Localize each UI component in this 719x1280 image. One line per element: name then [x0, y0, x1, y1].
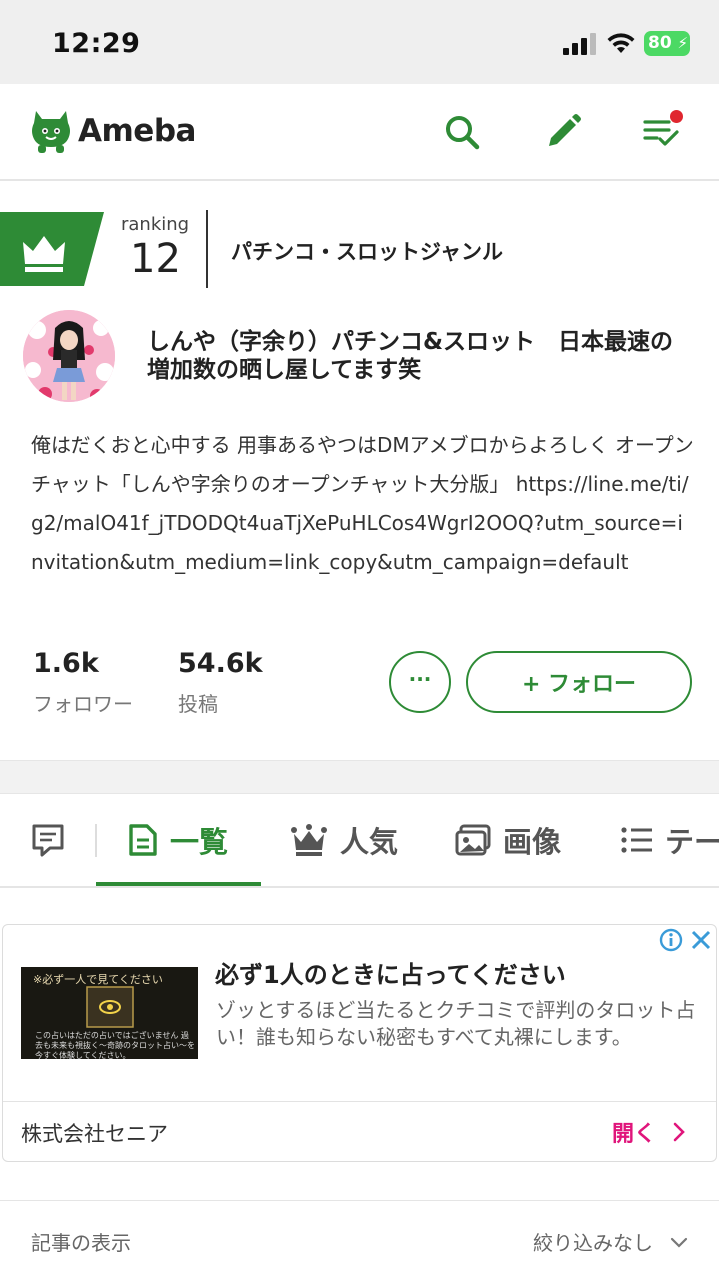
- tab-separator: [95, 824, 97, 857]
- wifi-icon: [607, 33, 635, 53]
- ranking-genre[interactable]: パチンコ・スロットジャンル: [231, 236, 503, 266]
- avatar-image: [23, 310, 115, 402]
- ad-banner[interactable]: ※必ず一人で見てください この占いはただの占いではございません 過去も未来も視抜…: [2, 924, 717, 1162]
- app-header: Ameba: [0, 84, 719, 181]
- ad-title[interactable]: 必ず1人のときに占ってください: [215, 955, 566, 990]
- ad-info-icon[interactable]: [656, 925, 686, 955]
- ad-open-label: 開く: [611, 1122, 656, 1147]
- battery-indicator: 80 ⚡: [644, 31, 690, 56]
- blog-tabs: 一覧 人気 画像 テー: [0, 794, 719, 888]
- blog-title: しんや（字余り）パチンコ&スロット 日本最速の増加数の晒し屋してます笑: [147, 329, 674, 383]
- ad-image-caption-bottom: この占いはただの占いではございません 過去も未来も視抜く〜奇跡のタロット占い〜を…: [35, 1031, 195, 1059]
- logo-text: Ameba: [78, 113, 196, 149]
- charging-bolt-icon: ⚡: [677, 34, 688, 52]
- ranking-crown-flag: [0, 212, 104, 286]
- posts-count: 54.6k: [178, 648, 263, 679]
- notification-dot: [670, 110, 683, 123]
- article-filter[interactable]: 記事の表示 絞り込みなし: [0, 1200, 719, 1280]
- image-icon: [455, 824, 491, 856]
- tab-themes[interactable]: テー: [621, 818, 719, 862]
- tab-images-label: 画像: [503, 825, 562, 859]
- filter-label: 記事の表示: [31, 1231, 131, 1255]
- tab-list-label: 一覧: [170, 825, 229, 859]
- list-icon: [621, 827, 652, 853]
- tab-themes-label: テー: [665, 825, 719, 859]
- ad-close-icon[interactable]: [686, 925, 716, 955]
- followers-label: フォロワー: [33, 692, 133, 716]
- tab-popular-label: 人気: [340, 825, 399, 859]
- ad-company: 株式会社セニア: [21, 1122, 168, 1146]
- edit-pencil-icon[interactable]: [543, 112, 583, 152]
- ameba-logo[interactable]: Ameba: [30, 105, 196, 157]
- ad-choices[interactable]: [656, 925, 716, 955]
- search-icon[interactable]: [442, 112, 482, 152]
- active-tab-indicator: [96, 882, 261, 886]
- ranking-number: 12: [130, 236, 181, 282]
- ad-image-caption-top: ※必ず一人で見てください: [33, 973, 163, 986]
- blog-description: 俺はだくおと心中する 用事あるやつはDMアメブロからよろしく オープンチャット「…: [31, 433, 694, 574]
- ranking-divider: [206, 210, 208, 288]
- battery-level: 80: [648, 33, 672, 53]
- ranking-label: ranking: [121, 214, 190, 235]
- tab-popular[interactable]: 人気: [290, 818, 398, 862]
- status-bar: 12:29 80 ⚡: [0, 0, 719, 84]
- tab-images[interactable]: 画像: [455, 818, 561, 862]
- chevron-down-icon: [670, 1237, 688, 1248]
- ad-footer: 株式会社セニア 開く: [3, 1101, 716, 1161]
- filter-value: 絞り込みなし: [533, 1231, 653, 1255]
- ameba-mascot-icon: [32, 111, 70, 153]
- avatar[interactable]: [23, 310, 115, 402]
- cellular-signal-icon: [563, 33, 596, 55]
- follow-button[interactable]: + フォロー: [466, 651, 692, 713]
- ad-image[interactable]: ※必ず一人で見てください この占いはただの占いではございません 過去も未来も視抜…: [21, 967, 198, 1059]
- tab-list[interactable]: 一覧: [128, 818, 228, 862]
- document-icon: [129, 824, 157, 856]
- followers-count[interactable]: 1.6k: [33, 648, 99, 679]
- filter-select[interactable]: 絞り込みなし: [533, 1227, 689, 1256]
- tab-profile-card[interactable]: [30, 822, 66, 858]
- more-options-button[interactable]: ···: [389, 651, 451, 713]
- section-gap: [0, 760, 719, 794]
- ad-body: ゾッとするほど当たるとクチコミで評判のタロット占い！誰も知らない秘密もすべて丸裸…: [216, 998, 696, 1049]
- posts-label: 投稿: [178, 692, 218, 716]
- ad-open-button[interactable]: 開く: [612, 1116, 690, 1148]
- chevron-right-icon: [673, 1122, 685, 1142]
- crown-icon: [291, 824, 327, 856]
- status-time: 12:29: [52, 28, 141, 59]
